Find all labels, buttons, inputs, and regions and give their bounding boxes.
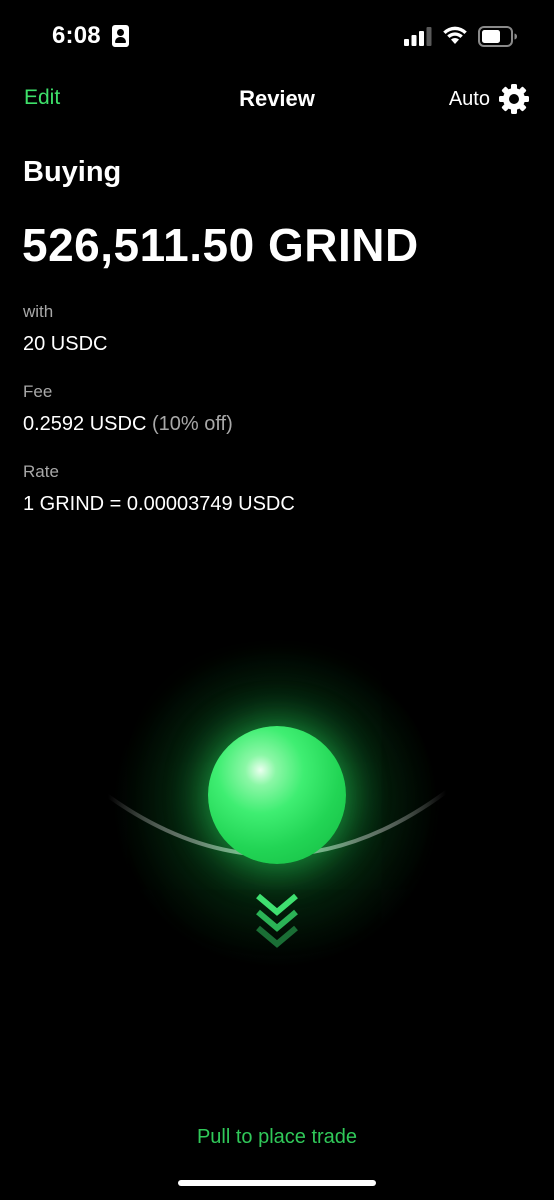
fee-label: Fee — [23, 382, 53, 401]
buying-label: Buying — [23, 156, 122, 188]
buy-amount: 526,511.50 GRIND — [22, 219, 419, 271]
gear-icon[interactable] — [498, 83, 530, 115]
chevron-down-triple-icon — [256, 893, 298, 948]
status-bar: 6:08 — [0, 0, 554, 72]
home-indicator[interactable] — [178, 1180, 376, 1186]
battery-icon — [478, 26, 517, 47]
with-value: 20 USDC — [23, 333, 108, 355]
rate-value: 1 GRIND = 0.00003749 USDC — [23, 493, 295, 515]
rate-label: Rate — [23, 462, 59, 481]
status-time: 6:08 — [52, 22, 101, 49]
fee-discount: (10% off) — [151, 413, 233, 435]
cellular-signal-icon — [404, 27, 432, 46]
header: Edit Review Auto — [0, 76, 554, 122]
contact-card-icon — [112, 25, 129, 47]
wifi-icon — [443, 26, 467, 44]
auto-label: Auto — [448, 87, 490, 110]
pull-orb[interactable] — [208, 726, 346, 864]
fee-row: 0.2592 USDC (10% off) — [23, 413, 233, 436]
fee-value: 0.2592 USDC — [23, 413, 147, 435]
pull-to-place-trade-label: Pull to place trade — [196, 1126, 358, 1148]
auto-settings-button[interactable]: Auto — [449, 82, 530, 116]
edit-button[interactable]: Edit — [24, 86, 60, 110]
with-label: with — [23, 302, 54, 321]
pull-to-trade-area — [0, 600, 554, 1020]
